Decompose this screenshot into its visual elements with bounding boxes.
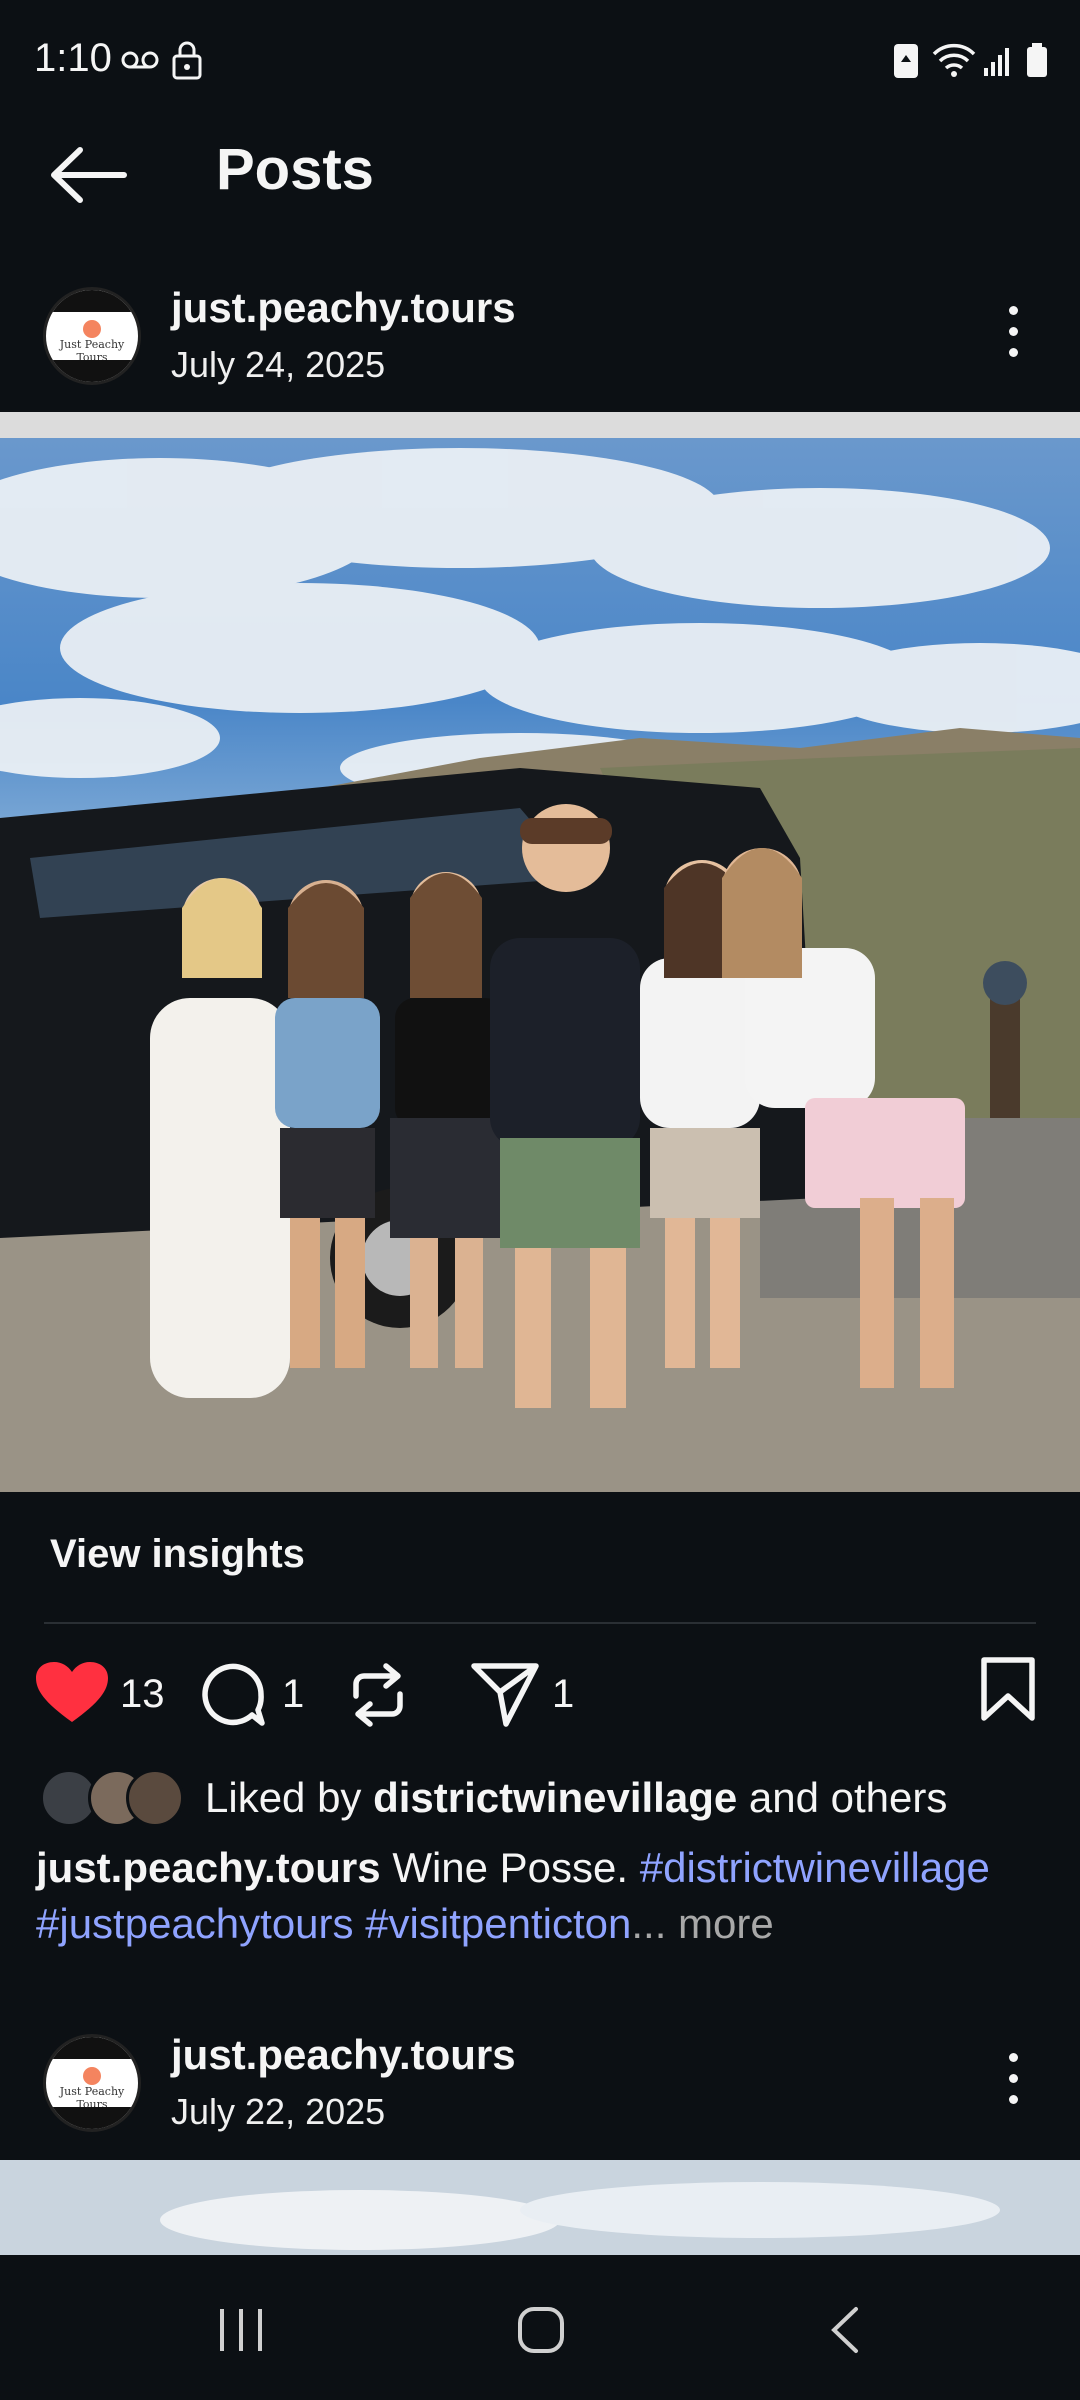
- likes-count[interactable]: 13: [120, 1672, 165, 1717]
- shares-count[interactable]: 1: [552, 1672, 574, 1717]
- lock-icon: [172, 41, 202, 80]
- more-options-icon[interactable]: [1003, 2053, 1023, 2113]
- like-heart-icon[interactable]: [34, 1660, 110, 1726]
- post-username[interactable]: just.peachy.tours: [171, 2031, 516, 2079]
- comments-count[interactable]: 1: [282, 1672, 304, 1717]
- avatar[interactable]: Just Peachy Tours: [43, 287, 141, 385]
- system-nav-bar: [0, 2255, 1080, 2400]
- post-photo[interactable]: [0, 2160, 1080, 2255]
- bookmark-icon[interactable]: [978, 1656, 1038, 1722]
- liked-by-user[interactable]: districtwinevillage: [373, 1774, 737, 1821]
- liked-by-text[interactable]: Liked by districtwinevillage and others: [205, 1774, 947, 1822]
- hashtag[interactable]: #districtwinevillage: [640, 1844, 990, 1891]
- liker-avatar[interactable]: [126, 1769, 184, 1827]
- caption-ellipsis: ...: [631, 1900, 667, 1947]
- caption-text: Wine Posse.: [392, 1844, 629, 1891]
- divider: [44, 1622, 1036, 1624]
- wifi-icon: [932, 43, 976, 77]
- hashtag[interactable]: #visitpenticton: [365, 1900, 631, 1947]
- status-bar: 1:10: [0, 0, 1080, 120]
- view-insights-link[interactable]: View insights: [50, 1532, 305, 1577]
- avatar[interactable]: Just Peachy Tours: [43, 2034, 141, 2132]
- back-arrow-icon[interactable]: [44, 140, 134, 210]
- more-options-icon[interactable]: [1003, 306, 1023, 366]
- status-time: 1:10: [34, 36, 112, 80]
- post-date: July 22, 2025: [171, 2091, 386, 2132]
- recent-apps-icon[interactable]: [216, 2305, 266, 2355]
- battery-icon: [1027, 43, 1047, 77]
- battery-saver-icon: [894, 44, 918, 78]
- back-nav-icon[interactable]: [826, 2305, 866, 2355]
- post-photo[interactable]: [0, 438, 1080, 1492]
- repost-icon[interactable]: [346, 1660, 410, 1730]
- more-link[interactable]: more: [678, 1900, 774, 1947]
- post-caption: just.peachy.tours Wine Posse. #districtw…: [36, 1840, 1046, 1952]
- post-date: July 24, 2025: [171, 344, 386, 385]
- comment-icon[interactable]: [198, 1660, 268, 1730]
- home-icon[interactable]: [516, 2305, 566, 2355]
- caption-username[interactable]: just.peachy.tours: [36, 1844, 381, 1891]
- page-title: Posts: [216, 137, 374, 202]
- post-username[interactable]: just.peachy.tours: [171, 284, 516, 332]
- hashtag[interactable]: #justpeachytours: [36, 1900, 354, 1947]
- share-send-icon[interactable]: [470, 1660, 540, 1728]
- voicemail-icon: [121, 51, 159, 69]
- photo-top-strip: [0, 412, 1080, 440]
- signal-icon: [984, 48, 1009, 76]
